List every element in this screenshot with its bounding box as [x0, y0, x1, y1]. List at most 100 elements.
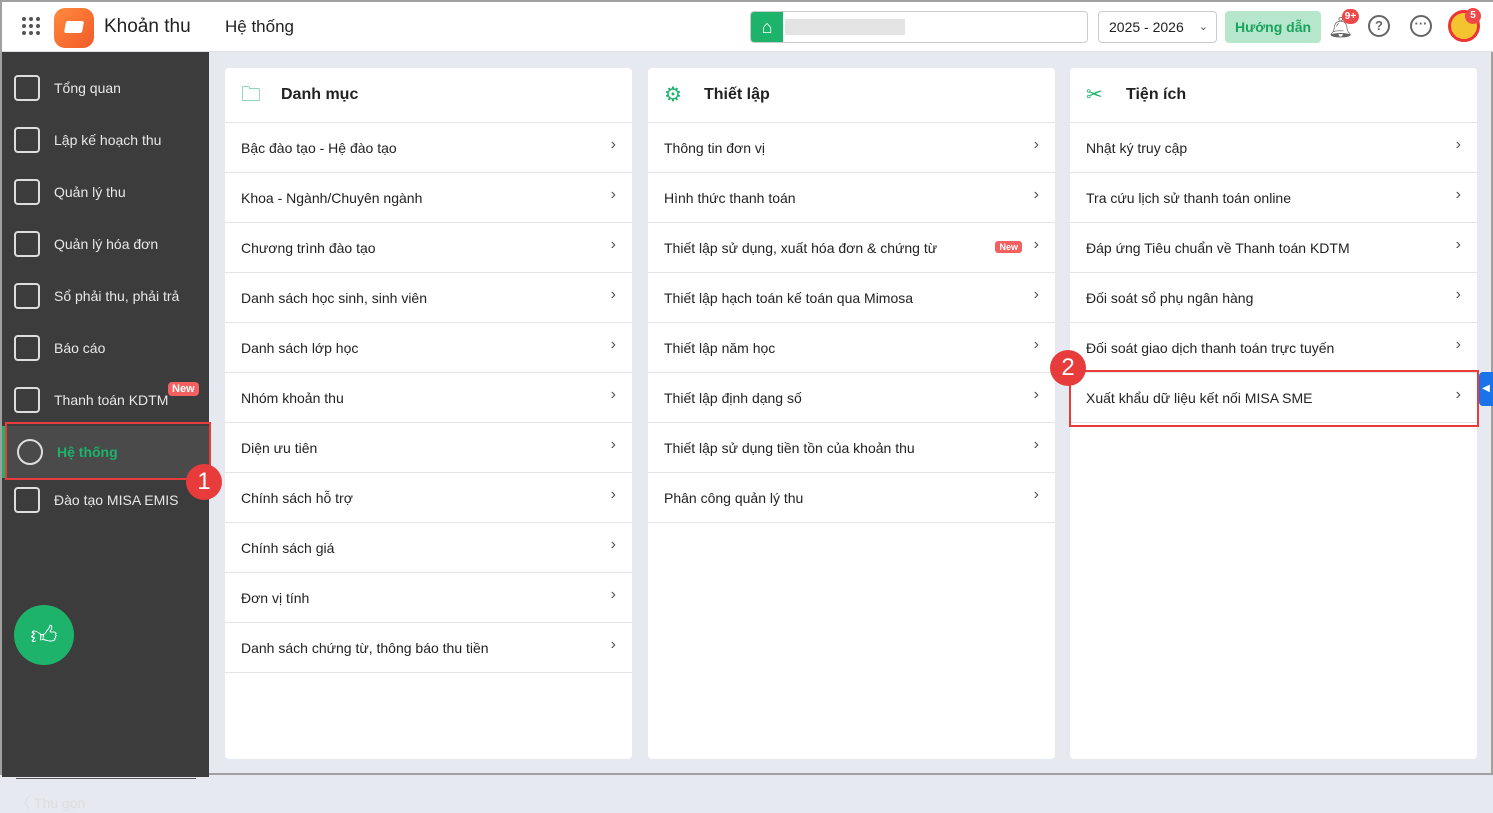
menu-item-chinh-sach-gia[interactable]: Chính sách giá › — [225, 523, 632, 573]
menu-item-label: Bậc đào tạo - Hệ đào tạo — [241, 140, 397, 156]
chevron-right-icon: › — [1033, 386, 1039, 403]
chevron-right-icon: › — [1033, 436, 1039, 453]
menu-item-bac-dao-tao-he-dao-tao[interactable]: Bậc đào tạo - Hệ đào tạo › — [225, 123, 632, 173]
sidebar-item-lap-ke-hoach-thu[interactable]: Lập kế hoạch thu — [2, 114, 209, 166]
menu-item-dien-uu-tien[interactable]: Diện ưu tiên › — [225, 423, 632, 473]
menu-item-label: Phân công quản lý thu — [664, 490, 804, 506]
menu-item-thiet-lap-dinh-dang-so[interactable]: Thiết lập định dạng số › — [648, 373, 1055, 423]
menu-item-label: Thiết lập định dạng số — [664, 390, 802, 406]
chevron-right-icon: › — [610, 536, 616, 553]
notification-badge: 9+ — [1342, 9, 1359, 24]
chevron-right-icon: › — [610, 336, 616, 353]
menu-item-dap-ung-tieu-chuan-ve-thanh-toan-kdtm[interactable]: Đáp ứng Tiêu chuẩn về Thanh toán KDTM › — [1070, 223, 1477, 273]
help-icon[interactable]: ? — [1368, 15, 1390, 37]
sidebar-item-label: Quản lý thu — [54, 184, 126, 200]
menu-item-chinh-sach-ho-tro[interactable]: Chính sách hỗ trợ › — [225, 473, 632, 523]
card-title: Thiết lập — [704, 86, 770, 103]
menu-item-nhom-khoan-thu[interactable]: Nhóm khoản thu › — [225, 373, 632, 423]
annotation-number-2: 2 — [1050, 350, 1086, 386]
menu-item-doi-soat-giao-dich-thanh-toan-truc-tuyen[interactable]: Đối soát giao dịch thanh toán trực tuyến… — [1070, 323, 1477, 373]
menu-item-label: Thiết lập năm học — [664, 340, 776, 356]
menu-item-don-vi-tinh[interactable]: Đơn vị tính › — [225, 573, 632, 623]
card-title: Danh mục — [281, 86, 359, 103]
menu-item-label: Chính sách hỗ trợ — [241, 490, 353, 506]
chevron-right-icon: › — [610, 486, 616, 503]
home-icon: ⌂ — [751, 12, 783, 42]
menu-item-chuong-trinh-dao-tao[interactable]: Chương trình đào tạo › — [225, 223, 632, 273]
chevron-right-icon: › — [610, 236, 616, 253]
menu-item-label: Hình thức thanh toán — [664, 190, 796, 206]
calendar-money-icon — [14, 127, 40, 153]
chevron-right-icon: › — [610, 186, 616, 203]
collapse-label: Thu gọn — [33, 795, 86, 811]
chevron-right-icon: › — [1033, 286, 1039, 303]
menu-item-nhat-ky-truy-cap[interactable]: Nhật ký truy cập › — [1070, 123, 1477, 173]
sidebar-item-quan-ly-hoa-don[interactable]: Quản lý hóa đơn — [2, 218, 209, 270]
rating-thumbs-up-icon[interactable]: 👍︎ — [14, 605, 74, 665]
unit-selector[interactable]: ⌂ — [750, 11, 1088, 43]
chevron-right-icon: › — [1033, 136, 1039, 153]
menu-item-label: Danh sách chứng từ, thông báo thu tiền — [241, 640, 489, 656]
more-icon[interactable]: ··· — [1410, 15, 1432, 37]
sidebar-item-quan-ly-thu[interactable]: Quản lý thu — [2, 166, 209, 218]
app-logo — [54, 8, 94, 48]
guide-button[interactable]: Hướng dẫn — [1225, 11, 1321, 43]
year-select[interactable]: 2025 - 2026 ⌄ — [1098, 11, 1217, 43]
sidebar-item-label: Lập kế hoạch thu — [54, 132, 162, 148]
chevron-right-icon: › — [610, 636, 616, 653]
sidebar-item-label: Tổng quan — [54, 80, 121, 96]
menu-item-label: Đáp ứng Tiêu chuẩn về Thanh toán KDTM — [1086, 240, 1350, 256]
menu-item-label: Thiết lập sử dụng tiền tồn của khoản thu — [664, 440, 915, 456]
pie-chart-icon — [14, 335, 40, 361]
card-danh-muc: 🗀 Danh mục Bậc đào tạo - Hệ đào tạo › Khoa -… — [225, 68, 632, 759]
new-badge: New — [995, 241, 1022, 253]
sidebar-item-dao-tao-misa-emis[interactable]: Đào tạo MISA EMIS — [2, 474, 209, 526]
chevron-right-icon: › — [1033, 486, 1039, 503]
chevron-right-icon: › — [610, 436, 616, 453]
header: Khoản thu Hệ thống ⌂ 2025 - 2026 ⌄ Hướng … — [2, 2, 1493, 52]
app-grid-icon[interactable] — [22, 17, 40, 35]
hand-coin-icon — [14, 179, 40, 205]
menu-item-danh-sach-lop-hoc[interactable]: Danh sách lớp học › — [225, 323, 632, 373]
card-check-icon — [14, 387, 40, 413]
year-value: 2025 - 2026 — [1109, 19, 1184, 35]
chevron-right-icon: › — [1033, 236, 1039, 253]
menu-item-khoa-nganh-chuyen-nganh[interactable]: Khoa - Ngành/Chuyên ngành › — [225, 173, 632, 223]
menu-item-label: Danh sách lớp học — [241, 340, 359, 356]
sidebar-item-tong-quan[interactable]: Tổng quan — [2, 62, 209, 114]
menu-item-label: Chính sách giá — [241, 540, 335, 556]
collapse-button[interactable]: 〈 Thu gọn — [16, 778, 196, 813]
sidebar-item-bao-cao[interactable]: Báo cáo — [2, 322, 209, 374]
card-title: Tiện ích — [1126, 86, 1187, 103]
menu-item-label: Danh sách học sinh, sinh viên — [241, 290, 427, 306]
menu-item-label: Thiết lập hạch toán kế toán qua Mimosa — [664, 290, 914, 306]
menu-item-danh-sach-hoc-sinh-sinh-vien[interactable]: Danh sách học sinh, sinh viên › — [225, 273, 632, 323]
avatar-badge: 5 — [1465, 8, 1481, 24]
menu-item-thong-tin-don-vi[interactable]: Thông tin đơn vị › — [648, 123, 1055, 173]
chevron-right-icon: › — [610, 586, 616, 603]
menu-item-thiet-lap-su-dung-tien-ton-cua-khoan-thu[interactable]: Thiết lập sử dụng tiền tồn của khoản thu… — [648, 423, 1055, 473]
menu-item-thiet-lap-hach-toan-ke-toan-qua-mimosa[interactable]: Thiết lập hạch toán kế toán qua Mimosa › — [648, 273, 1055, 323]
menu-item-label: Nhật ký truy cập — [1086, 140, 1188, 156]
menu-item-thiet-lap-su-dung-xuat-hoa-don-chung-tu[interactable]: Thiết lập sử dụng, xuất hóa đơn & chứng … — [648, 223, 1055, 273]
menu-item-hinh-thuc-thanh-toan[interactable]: Hình thức thanh toán › — [648, 173, 1055, 223]
menu-item-label: Đối soát sổ phụ ngân hàng — [1086, 290, 1254, 306]
app-title: Khoản thu — [104, 16, 191, 37]
unit-name-blurred — [785, 19, 905, 35]
sidebar-item-label: Báo cáo — [54, 340, 106, 356]
menu-item-doi-soat-so-phu-ngan-hang[interactable]: Đối soát sổ phụ ngân hàng › — [1070, 273, 1477, 323]
folder-icon: 🗀 — [241, 84, 261, 106]
menu-item-phan-cong-quan-ly-thu[interactable]: Phân công quản lý thu › — [648, 473, 1055, 523]
sidebar: Tổng quan Lập kế hoạch thu Quản lý thu Quản… — [2, 52, 209, 811]
chevron-right-icon: › — [610, 136, 616, 153]
menu-item-tra-cuu-lich-su-thanh-toan-online[interactable]: Tra cứu lịch sử thanh toán online › — [1070, 173, 1477, 223]
chevron-right-icon: › — [1455, 286, 1461, 303]
chart-bar-icon — [14, 75, 40, 101]
side-panel-toggle[interactable]: ◀ — [1479, 372, 1493, 406]
annotation-box-2 — [1069, 370, 1479, 427]
menu-item-danh-sach-chung-tu-thong-bao-thu-tien[interactable]: Danh sách chứng từ, thông báo thu tiền › — [225, 623, 632, 673]
chevron-down-icon: ⌄ — [1198, 21, 1208, 33]
menu-item-thiet-lap-nam-hoc[interactable]: Thiết lập năm học › — [648, 323, 1055, 373]
sidebar-item-label: Thanh toán KDTM — [54, 392, 169, 408]
sidebar-item-so-phai-thu-phai-tra[interactable]: Sổ phải thu, phải trả — [2, 270, 209, 322]
